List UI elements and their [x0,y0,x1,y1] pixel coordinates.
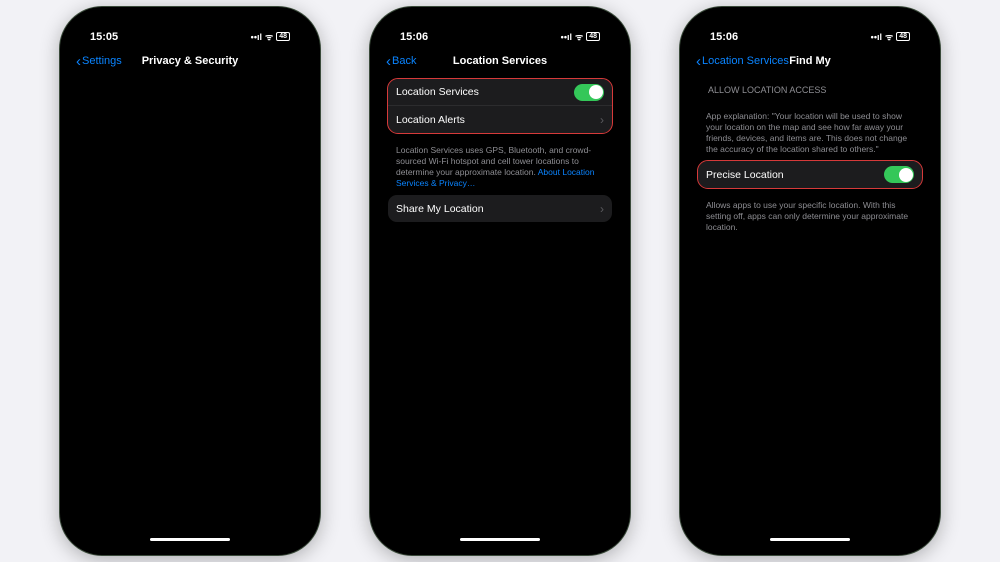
toggle-switch[interactable] [574,84,604,101]
chevron-right-icon: › [600,202,604,216]
back-button[interactable]: ‹ Settings [76,54,122,69]
nav-title: Find My [789,55,831,67]
notch [155,25,225,43]
signal-icon: ••ıl [251,32,262,42]
battery-icon: 48 [586,32,600,41]
back-button[interactable]: ‹ Location Services [696,54,789,69]
toggle-switch[interactable] [884,166,914,183]
chevron-left-icon: ‹ [386,54,391,69]
content-area [70,75,310,545]
caption-precise-location: Allows apps to use your specific locatio… [698,200,922,239]
status-indicators: ••ıl ᯤ 48 [561,30,600,43]
wifi-icon: ᯤ [575,30,583,43]
notch [775,25,845,43]
chevron-right-icon: › [600,113,604,127]
home-indicator [770,538,850,541]
group-share-location: Share My Location › [388,195,612,222]
nav-bar: ‹ Location Services Find My [690,47,930,75]
group-precise-location: Precise Location [698,161,922,188]
status-indicators: ••ıl ᯤ 48 [871,30,910,43]
chevron-left-icon: ‹ [76,54,81,69]
screen-3: 15:06 ••ıl ᯤ 48 ‹ Location Services Find… [690,17,930,545]
nav-bar: ‹ Back Location Services [380,47,620,75]
back-label: Settings [82,55,122,67]
screen-2: 15:06 ••ıl ᯤ 48 ‹ Back Location Services… [380,17,620,545]
status-time: 15:06 [710,31,738,43]
nav-bar: ‹ Settings Privacy & Security [70,47,310,75]
content-area: ALLOW LOCATION ACCESS App explanation: "… [690,75,930,545]
row-location-services-toggle[interactable]: Location Services [388,79,612,106]
wifi-icon: ᯤ [265,30,273,43]
row-label: Share My Location [396,203,600,215]
signal-icon: ••ıl [871,32,882,42]
section-header-allow-access: ALLOW LOCATION ACCESS [698,79,922,99]
caption-location-services: Location Services uses GPS, Bluetooth, a… [388,145,612,195]
battery-icon: 48 [896,32,910,41]
phone-frame-3: 15:06 ••ıl ᯤ 48 ‹ Location Services Find… [680,7,940,555]
chevron-left-icon: ‹ [696,54,701,69]
home-indicator [150,538,230,541]
row-label: Precise Location [706,169,884,181]
row-location-alerts[interactable]: Location Alerts › [388,106,612,133]
nav-title: Privacy & Security [142,55,239,67]
row-precise-location[interactable]: Precise Location [698,161,922,188]
signal-icon: ••ıl [561,32,572,42]
row-label: Location Services [396,86,574,98]
status-time: 15:06 [400,31,428,43]
back-label: Back [392,55,416,67]
row-share-my-location[interactable]: Share My Location › [388,195,612,222]
status-time: 15:05 [90,31,118,43]
back-button[interactable]: ‹ Back [386,54,416,69]
phone-frame-2: 15:06 ••ıl ᯤ 48 ‹ Back Location Services… [370,7,630,555]
group-location-toggle: Location Services Location Alerts › [388,79,612,133]
content-area: Location Services Location Alerts › Loca… [380,75,620,545]
screen-1: 15:05 ••ıl ᯤ 48 ‹ Settings Privacy & Sec… [70,17,310,545]
status-indicators: ••ıl ᯤ 48 [251,30,290,43]
row-label: Location Alerts [396,114,600,126]
caption-app-explanation: App explanation: "Your location will be … [698,111,922,161]
wifi-icon: ᯤ [885,30,893,43]
home-indicator [460,538,540,541]
battery-icon: 48 [276,32,290,41]
phone-frame-1: 15:05 ••ıl ᯤ 48 ‹ Settings Privacy & Sec… [60,7,320,555]
nav-title: Location Services [453,55,547,67]
back-label: Location Services [702,55,789,67]
notch [465,25,535,43]
